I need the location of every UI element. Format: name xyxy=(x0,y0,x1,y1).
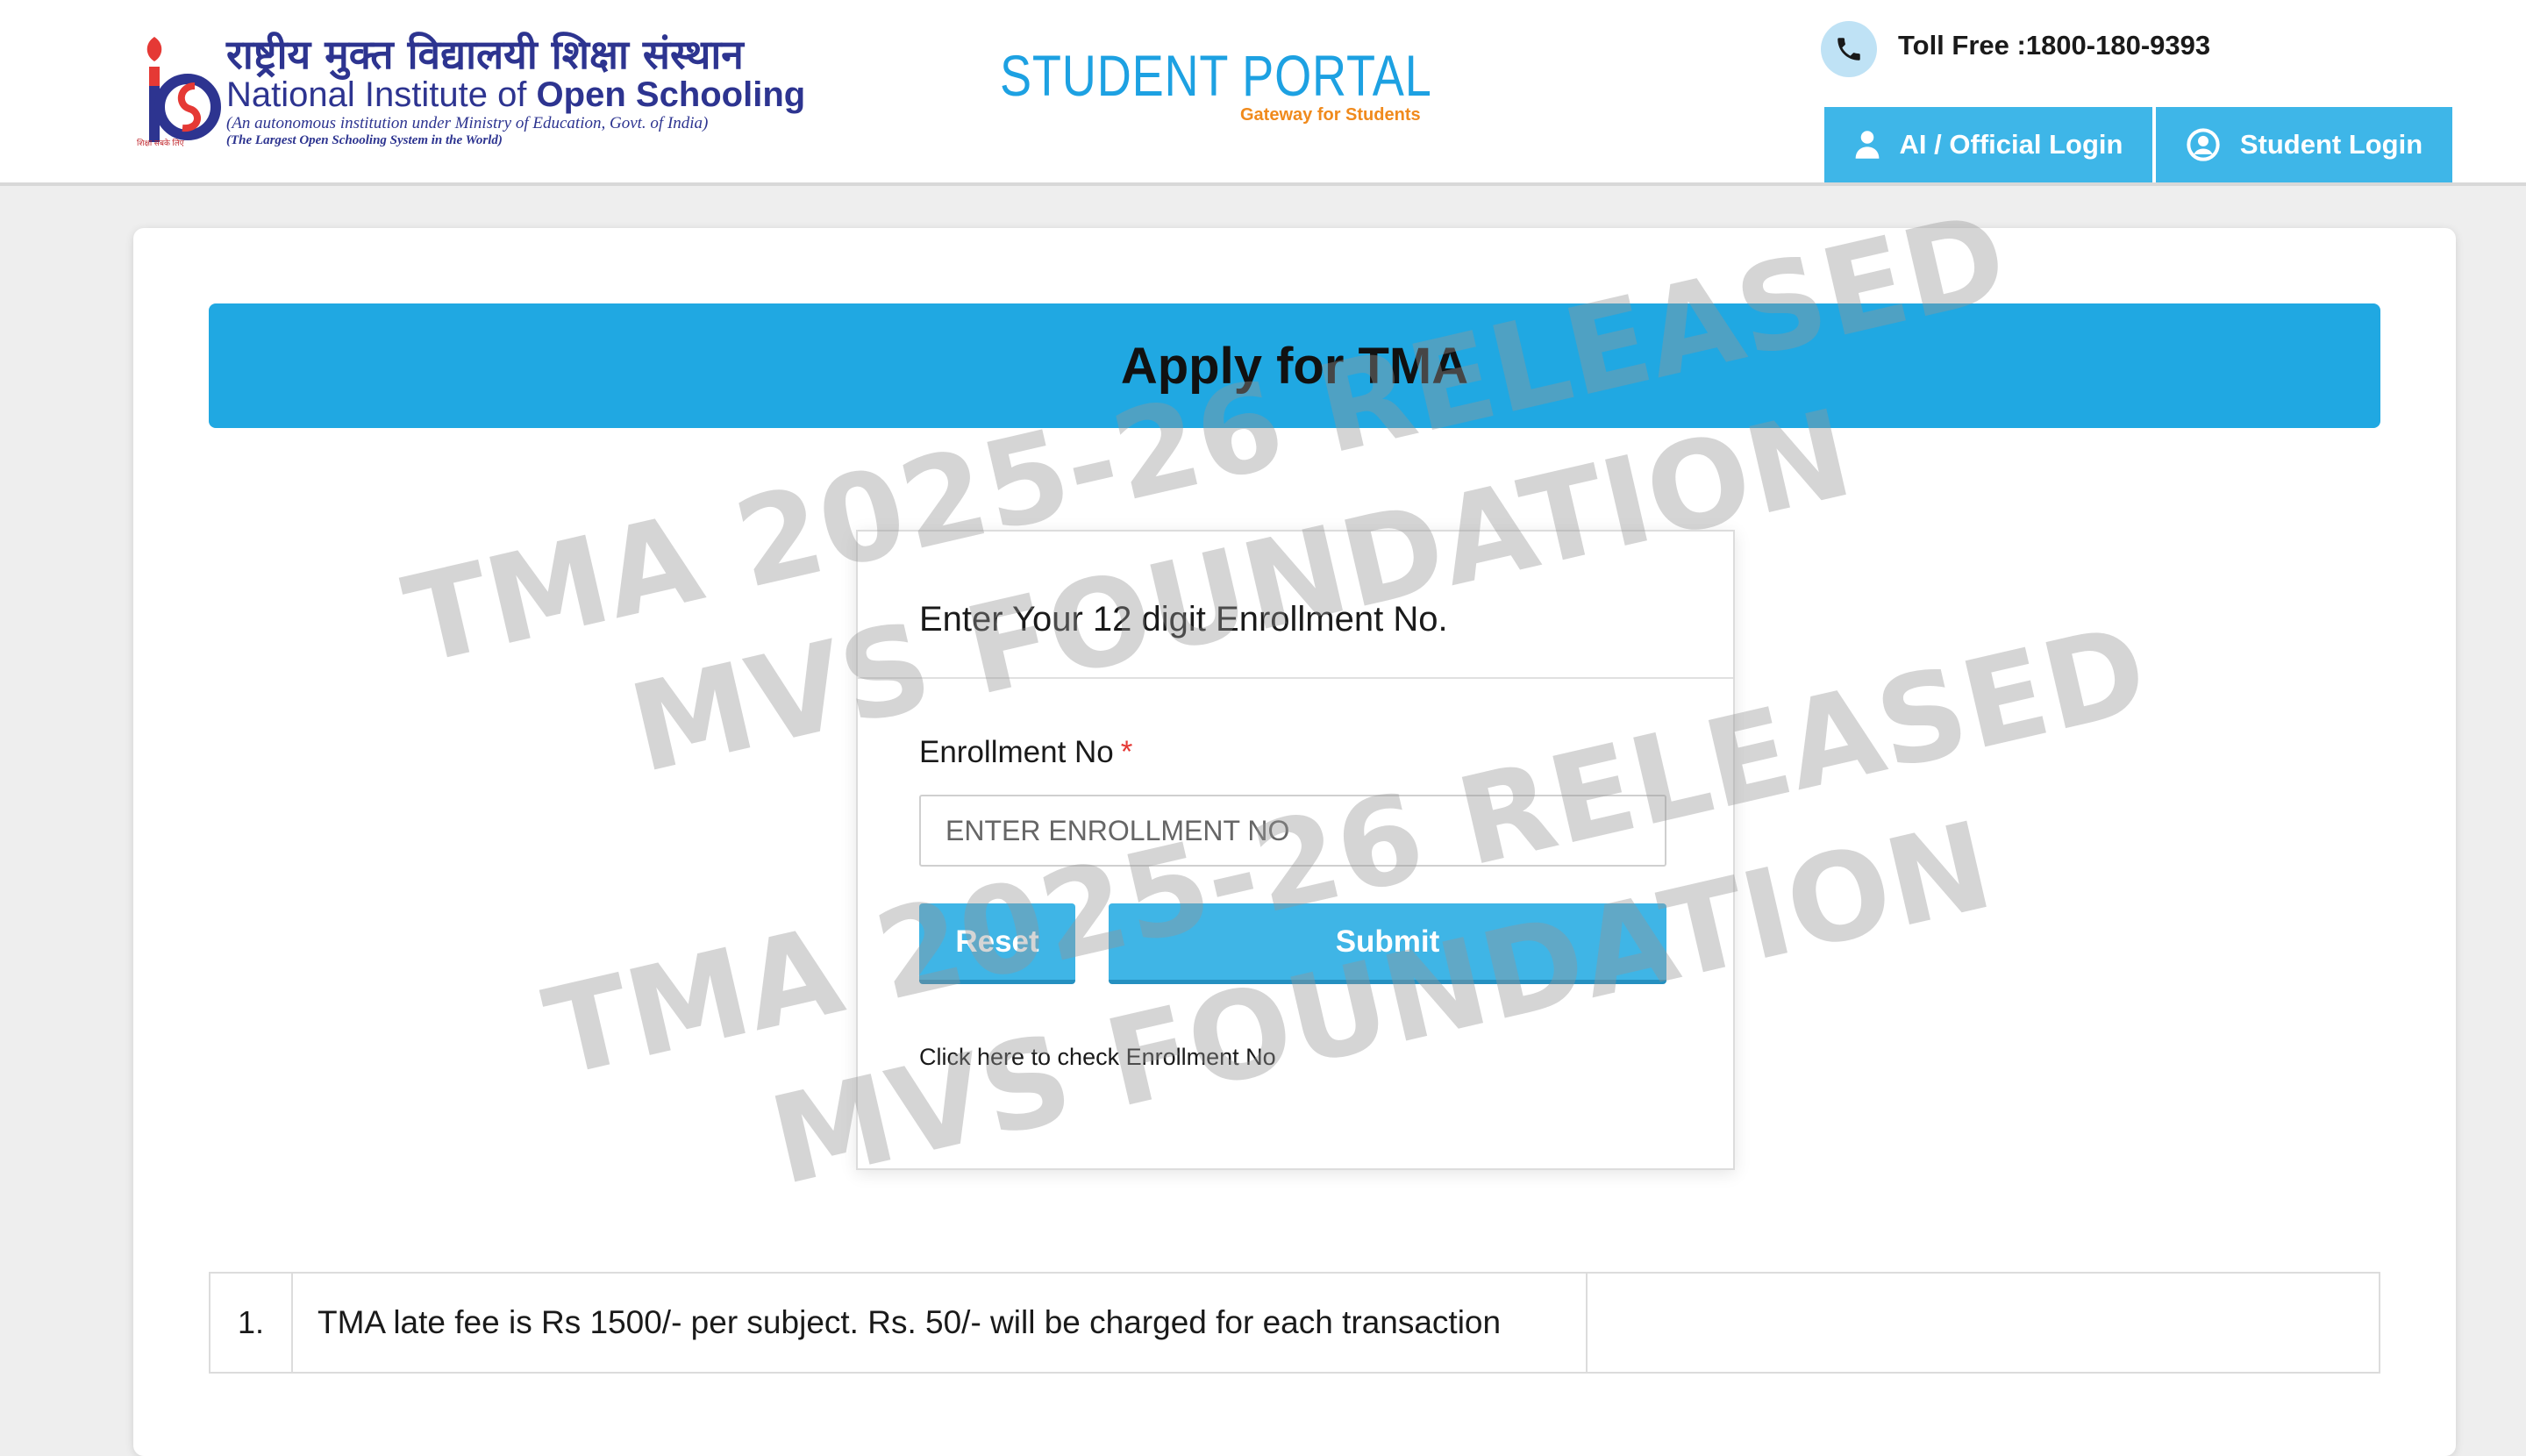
nios-logo-icon[interactable] xyxy=(137,32,221,146)
phone-glyph-icon xyxy=(1837,38,1860,61)
logo-english-bold: Open Schooling xyxy=(536,75,806,114)
logo-motto: (The Largest Open Schooling System in th… xyxy=(226,133,503,147)
toll-free-number: Toll Free :1800-180-9393 xyxy=(1898,30,2211,61)
main-card: Apply for TMA Enter Your 12 digit Enroll… xyxy=(133,228,2456,1456)
submit-button[interactable]: Submit xyxy=(1109,903,1666,984)
required-mark: * xyxy=(1120,735,1133,769)
portal-subtitle: Gateway for Students xyxy=(1240,105,1421,125)
enrollment-label: Enrollment No * xyxy=(919,735,1132,770)
official-login-label: AI / Official Login xyxy=(1899,129,2123,160)
page-title-banner: Apply for TMA xyxy=(209,303,2380,428)
student-login-button[interactable]: Student Login xyxy=(2156,107,2452,182)
enrollment-input[interactable] xyxy=(919,795,1666,867)
reset-button[interactable]: Reset xyxy=(919,903,1075,984)
logo-subtitle: (An autonomous institution under Ministr… xyxy=(226,114,709,132)
enrollment-label-text: Enrollment No xyxy=(919,735,1114,769)
page-title: Apply for TMA xyxy=(1120,337,1469,395)
form-title: Enter Your 12 digit Enrollment No. xyxy=(919,600,1448,639)
notes-table: 1. TMA late fee is Rs 1500/- per subject… xyxy=(209,1272,2380,1374)
logo-english-text: National Institute of Open Schooling xyxy=(226,75,805,115)
logo-tagline: शिक्षा सबके लिए xyxy=(137,139,184,147)
portal-title: STUDENT PORTAL xyxy=(1000,43,1432,108)
enrollment-form: Enter Your 12 digit Enrollment No. Enrol… xyxy=(856,530,1735,1170)
official-login-button[interactable]: AI / Official Login xyxy=(1824,107,2152,182)
user-icon xyxy=(1855,131,1879,159)
phone-icon xyxy=(1821,21,1877,77)
user-circle-icon xyxy=(2187,128,2220,161)
student-login-label: Student Login xyxy=(2239,129,2423,160)
logo-english-light: National Institute of xyxy=(226,75,527,114)
note-text: TMA late fee is Rs 1500/- per subject. R… xyxy=(291,1274,1588,1372)
note-number: 1. xyxy=(210,1274,293,1372)
site-header: राष्ट्रीय मुक्त विद्यालयी शिक्षा संस्थान… xyxy=(0,0,2526,186)
form-divider xyxy=(858,677,1733,679)
check-enrollment-link[interactable]: Click here to check Enrollment No xyxy=(919,1044,1276,1071)
logo-hindi-text: राष्ट्रीय मुक्त विद्यालयी शिक्षा संस्थान xyxy=(226,31,744,78)
